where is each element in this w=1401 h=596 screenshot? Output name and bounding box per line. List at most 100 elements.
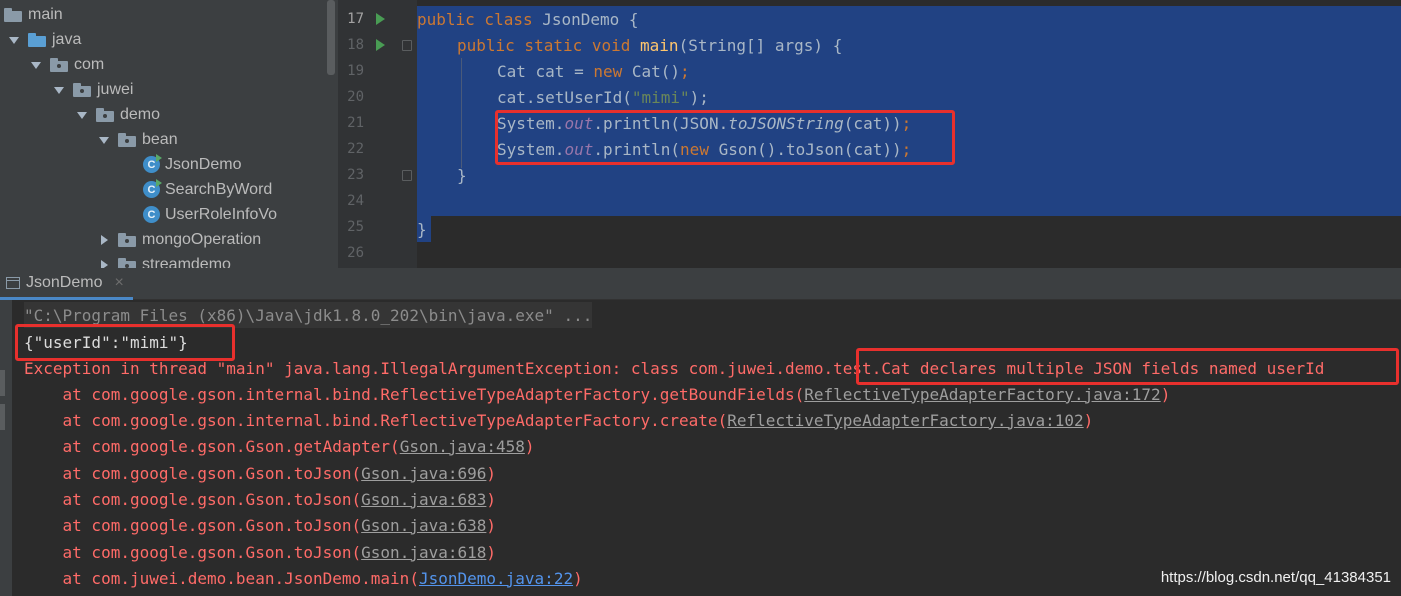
tree-item-bean[interactable]: bean (98, 127, 338, 152)
source-link[interactable]: Gson.java:696 (361, 464, 486, 483)
chevron-right-icon[interactable] (98, 234, 110, 246)
tree-item-mongooperation[interactable]: mongoOperation (98, 227, 338, 252)
code-text: cat.setUserId( (497, 87, 632, 107)
tree-item-label: UserRoleInfoVo (165, 205, 278, 223)
chevron-down-icon[interactable] (76, 109, 88, 121)
stack-frame: at com.google.gson.internal.bind.Reflect… (24, 407, 1094, 433)
tree-item-java[interactable]: java (8, 27, 338, 52)
line-number: 22 (347, 141, 364, 157)
package-icon (96, 107, 114, 122)
keyword: public class (417, 9, 543, 29)
tree-item-com[interactable]: com (30, 52, 338, 77)
tree-item-jsondemo[interactable]: C JsonDemo (143, 152, 338, 177)
fold-marker-icon[interactable] (402, 40, 412, 51)
tree-item-streamdemo[interactable]: streamdemo (98, 252, 338, 268)
tree-item-demo[interactable]: demo (76, 102, 338, 127)
chevron-down-icon[interactable] (98, 134, 110, 146)
gutter-line: 20 (338, 84, 417, 110)
code-text: (String[] args) { (678, 35, 843, 55)
tree-item-label: SearchByWord (165, 180, 273, 198)
gutter-line: 22 (338, 136, 417, 162)
stack-text: at com.google.gson.Gson.toJson( (24, 489, 362, 509)
stack-text: ) (1160, 384, 1171, 404)
semicolon: ; (680, 61, 690, 81)
console-icon (6, 276, 20, 289)
indent-guide (461, 58, 462, 168)
code-text: Cat cat = (497, 61, 594, 81)
line-number: 24 (347, 193, 364, 209)
stack-text: ) (573, 568, 583, 588)
console-output[interactable]: "C:\Program Files (x86)\Java\jdk1.8.0_20… (12, 300, 1401, 596)
gutter-line: 21 (338, 110, 417, 136)
line-number: 20 (347, 89, 364, 105)
chevron-right-icon[interactable] (98, 259, 110, 268)
tree-item-userroleinfovo[interactable]: C UserRoleInfoVo (143, 202, 338, 227)
fold-marker-icon[interactable] (402, 170, 412, 181)
console-toolbar (0, 300, 12, 596)
source-link[interactable]: Gson.java:458 (400, 437, 525, 456)
line-number: 23 (347, 167, 364, 183)
chevron-down-icon[interactable] (30, 59, 42, 71)
gutter-line: 24 (338, 188, 417, 214)
source-link[interactable]: Gson.java:638 (361, 516, 486, 535)
method-name: main (640, 35, 679, 55)
toolbar-button[interactable] (0, 370, 5, 396)
run-tool-window-header: JsonDemo × (0, 268, 1401, 300)
gutter-line: 18 (338, 32, 417, 58)
stack-text: at com.google.gson.Gson.toJson( (24, 463, 362, 483)
tree-item-main[interactable]: main (4, 2, 334, 27)
stack-frame: at com.juwei.demo.bean.JsonDemo.main(Jso… (24, 565, 583, 591)
chevron-down-icon[interactable] (8, 34, 20, 46)
code-line-18[interactable]: public static void main (String[] args) { (457, 32, 842, 58)
stack-text: at com.google.gson.Gson.toJson( (24, 515, 362, 535)
stack-text: at com.google.gson.Gson.toJson( (24, 542, 362, 562)
source-link[interactable]: ReflectiveTypeAdapterFactory.java:172 (804, 385, 1160, 404)
gutter-line: 17 (338, 6, 417, 32)
source-link[interactable]: Gson.java:618 (361, 543, 486, 562)
code-line-25[interactable]: } (417, 216, 427, 242)
tree-scrollbar[interactable] (327, 0, 335, 75)
toolbar-button[interactable] (0, 404, 5, 430)
package-icon (73, 82, 91, 97)
tab-jsondemo[interactable]: JsonDemo × (0, 268, 133, 300)
run-gutter-icon[interactable] (376, 39, 385, 51)
source-link[interactable]: ReflectiveTypeAdapterFactory.java:102 (727, 411, 1083, 430)
source-link[interactable]: Gson.java:683 (361, 490, 486, 509)
code-editor[interactable]: public class JsonDemo { public static vo… (417, 0, 1401, 268)
chevron-down-icon[interactable] (53, 84, 65, 96)
tree-item-searchbyword[interactable]: C SearchByWord (143, 177, 338, 202)
tree-item-juwei[interactable]: juwei (53, 77, 338, 102)
line-number: 21 (347, 115, 364, 131)
stack-frame: at com.google.gson.Gson.toJson(Gson.java… (24, 460, 497, 486)
highlight-box (856, 348, 1399, 385)
tree-item-label: streamdemo (142, 255, 231, 269)
stack-frame: at com.google.gson.Gson.toJson(Gson.java… (24, 486, 497, 512)
package-icon (118, 257, 136, 268)
code-line-17[interactable]: public class JsonDemo { (417, 6, 639, 32)
stack-text: ) (486, 463, 497, 483)
editor-gutter: 17 18 19 20 21 22 23 24 25 26 (338, 0, 417, 268)
code-line-20[interactable]: cat.setUserId("mimi"); (497, 84, 709, 110)
code-line-23[interactable]: } (457, 162, 467, 188)
stack-text: ) (486, 489, 497, 509)
code-text: } (457, 165, 467, 185)
highlight-box (495, 110, 955, 165)
tree-item-label: java (52, 30, 82, 48)
stack-text: ) (486, 542, 497, 562)
source-link[interactable]: JsonDemo.java:22 (419, 569, 573, 588)
line-number: 18 (347, 37, 364, 53)
code-line-19[interactable]: Cat cat = new Cat(); (497, 58, 690, 84)
tree-item-label: main (28, 5, 63, 23)
line-number: 17 (347, 11, 364, 27)
stack-frame: at com.google.gson.Gson.getAdapter(Gson.… (24, 433, 535, 459)
package-icon (118, 232, 136, 247)
close-icon[interactable]: × (114, 274, 123, 292)
code-text: ); (689, 87, 709, 107)
run-gutter-icon[interactable] (376, 13, 385, 25)
package-icon (50, 57, 68, 72)
gutter-line: 23 (338, 162, 417, 188)
stack-text: ) (1083, 410, 1094, 430)
tree-item-label: demo (120, 105, 161, 123)
class-icon: C (143, 179, 162, 198)
class-name: JsonDemo (542, 9, 620, 29)
